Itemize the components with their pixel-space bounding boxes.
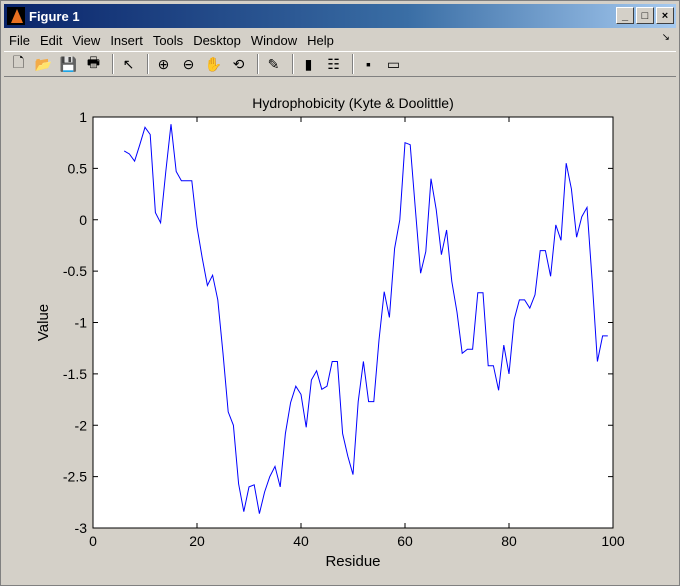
- toolbar-separator: [112, 54, 114, 74]
- figure-canvas: 0 20 40 60 80 100 1 0.5 0 -0.5 -1 -1.5 -2 -2.5 -3 Hydro…: [4, 79, 676, 583]
- menu-bar: File Edit View Insert Tools Desktop Window Help…: [4, 30, 676, 50]
- toolbar-separator: [257, 54, 259, 74]
- menu-edit[interactable]: Edit: [35, 33, 67, 48]
- menu-desktop[interactable]: Desktop: [188, 33, 246, 48]
- y-tick-label: 1: [79, 109, 87, 125]
- menu-insert[interactable]: Insert: [105, 33, 148, 48]
- y-tick-label: -3: [75, 520, 88, 536]
- axes-background: [92, 116, 614, 529]
- menu-window[interactable]: Window: [246, 33, 302, 48]
- zoom-out-icon[interactable]: ⊖: [178, 54, 199, 74]
- show-plot-tools-icon[interactable]: ▭: [383, 54, 404, 74]
- x-tick-label: 20: [189, 533, 205, 549]
- hide-plot-tools-icon[interactable]: ▪: [358, 54, 379, 74]
- title-bar[interactable]: Figure 1 _ □ ×: [4, 4, 676, 28]
- menu-view[interactable]: View: [67, 33, 105, 48]
- rotate-3d-icon[interactable]: ⟲: [228, 54, 249, 74]
- zoom-in-icon[interactable]: ⊕: [153, 54, 174, 74]
- save-icon[interactable]: 💾: [58, 54, 79, 74]
- colorbar-icon[interactable]: ▮: [298, 54, 319, 74]
- menu-file[interactable]: File: [4, 33, 35, 48]
- new-figure-icon[interactable]: 🗋: [8, 54, 29, 74]
- y-tick-label: -2.5: [63, 469, 87, 485]
- menu-tools[interactable]: Tools: [148, 33, 188, 48]
- chart-title: Hydrophobicity (Kyte & Doolittle): [252, 95, 454, 111]
- y-tick-label: -1: [75, 315, 88, 331]
- y-tick-label: -0.5: [63, 263, 87, 279]
- minimize-button[interactable]: _: [616, 7, 634, 24]
- toolbar-separator: [352, 54, 354, 74]
- matlab-logo-icon: [7, 7, 25, 25]
- edit-plot-icon[interactable]: ↖: [118, 54, 139, 74]
- x-tick-label: 60: [397, 533, 413, 549]
- figure-toolbar: 🗋 📂 💾 🖶 ↖ ⊕ ⊖ ✋ ⟲ ✎ ▮ ☷ ▪ ▭: [4, 51, 676, 77]
- y-axis-label: Value: [35, 304, 52, 341]
- toolbar-separator: [147, 54, 149, 74]
- print-icon[interactable]: 🖶: [83, 54, 104, 74]
- x-tick-label: 80: [501, 533, 517, 549]
- data-cursor-icon[interactable]: ✎: [263, 54, 284, 74]
- x-tick-label: 40: [293, 533, 309, 549]
- toolbar-separator: [292, 54, 294, 74]
- pan-icon[interactable]: ✋: [203, 54, 224, 74]
- x-tick-label: 100: [601, 533, 625, 549]
- y-tick-label: -2: [75, 417, 88, 433]
- y-tick-label: -1.5: [63, 366, 87, 382]
- dock-arrow-icon[interactable]: ↘: [662, 32, 670, 43]
- maximize-button[interactable]: □: [636, 7, 654, 24]
- window-title: Figure 1: [29, 8, 80, 24]
- legend-icon[interactable]: ☷: [323, 54, 344, 74]
- x-tick-label: 0: [89, 533, 97, 549]
- y-tick-label: 0: [79, 212, 87, 228]
- x-axis-label: Residue: [325, 553, 380, 570]
- menu-help[interactable]: Help: [302, 33, 339, 48]
- close-button[interactable]: ×: [656, 7, 674, 24]
- figure-window: Figure 1 _ □ × File Edit View Insert Tools De…: [0, 0, 680, 586]
- axes-plot[interactable]: 0 20 40 60 80 100 1 0.5 0 -0.5 -1 -1.5 -2 -2.5 -3 Hydro…: [4, 79, 676, 583]
- open-icon[interactable]: 📂: [33, 54, 54, 74]
- y-tick-label: 0.5: [68, 160, 88, 176]
